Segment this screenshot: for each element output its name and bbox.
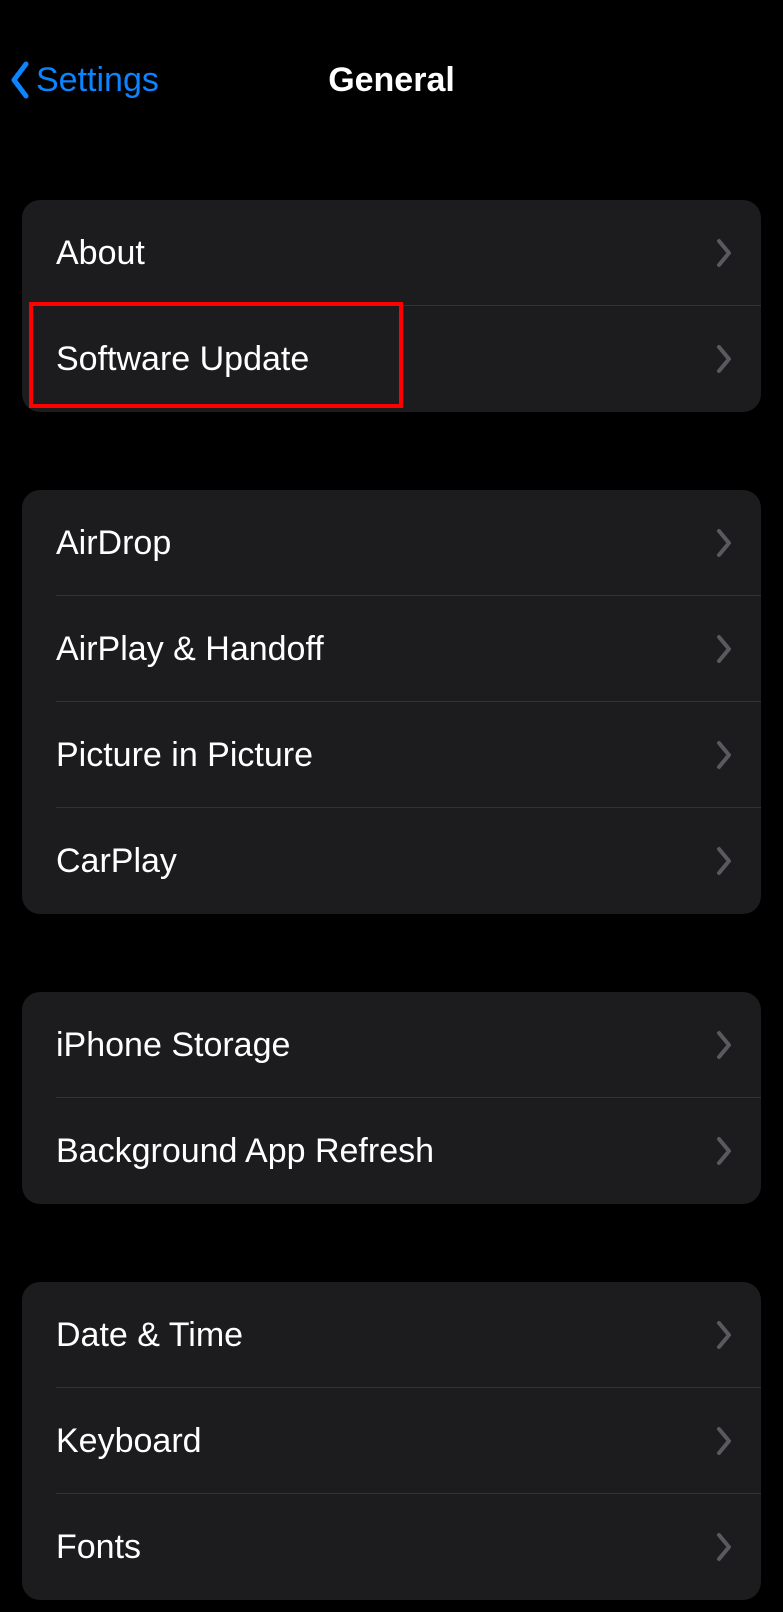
chevron-right-icon — [715, 1532, 733, 1562]
chevron-left-icon — [8, 60, 30, 100]
chevron-right-icon — [715, 1136, 733, 1166]
row-keyboard[interactable]: Keyboard — [22, 1388, 761, 1494]
row-fonts[interactable]: Fonts — [22, 1494, 761, 1600]
page-title: General — [328, 61, 455, 100]
row-label: Picture in Picture — [56, 736, 313, 775]
chevron-right-icon — [715, 238, 733, 268]
row-label: Date & Time — [56, 1316, 243, 1355]
row-label: Software Update — [56, 340, 309, 379]
chevron-right-icon — [715, 528, 733, 558]
row-label: Background App Refresh — [56, 1132, 434, 1171]
settings-group: iPhone Storage Background App Refresh — [22, 992, 761, 1204]
settings-group: AirDrop AirPlay & Handoff Picture in Pic… — [22, 490, 761, 914]
settings-content: About Software Update AirDrop AirPlay & … — [0, 200, 783, 1600]
back-button[interactable]: Settings — [0, 60, 159, 100]
row-iphone-storage[interactable]: iPhone Storage — [22, 992, 761, 1098]
chevron-right-icon — [715, 740, 733, 770]
nav-bar: Settings General — [0, 40, 783, 120]
settings-group: Date & Time Keyboard Fonts — [22, 1282, 761, 1600]
chevron-right-icon — [715, 344, 733, 374]
chevron-right-icon — [715, 1426, 733, 1456]
settings-group: About Software Update — [22, 200, 761, 412]
row-label: CarPlay — [56, 842, 177, 881]
row-label: AirDrop — [56, 524, 171, 563]
row-picture-in-picture[interactable]: Picture in Picture — [22, 702, 761, 808]
row-airplay-handoff[interactable]: AirPlay & Handoff — [22, 596, 761, 702]
chevron-right-icon — [715, 1320, 733, 1350]
chevron-right-icon — [715, 634, 733, 664]
row-label: iPhone Storage — [56, 1026, 290, 1065]
row-label: About — [56, 234, 145, 273]
row-airdrop[interactable]: AirDrop — [22, 490, 761, 596]
chevron-right-icon — [715, 1030, 733, 1060]
row-label: Keyboard — [56, 1422, 202, 1461]
row-date-time[interactable]: Date & Time — [22, 1282, 761, 1388]
row-background-app-refresh[interactable]: Background App Refresh — [22, 1098, 761, 1204]
row-label: Fonts — [56, 1528, 141, 1567]
back-label: Settings — [36, 61, 159, 100]
row-label: AirPlay & Handoff — [56, 630, 324, 669]
row-about[interactable]: About — [22, 200, 761, 306]
row-software-update[interactable]: Software Update — [22, 306, 761, 412]
chevron-right-icon — [715, 846, 733, 876]
row-carplay[interactable]: CarPlay — [22, 808, 761, 914]
